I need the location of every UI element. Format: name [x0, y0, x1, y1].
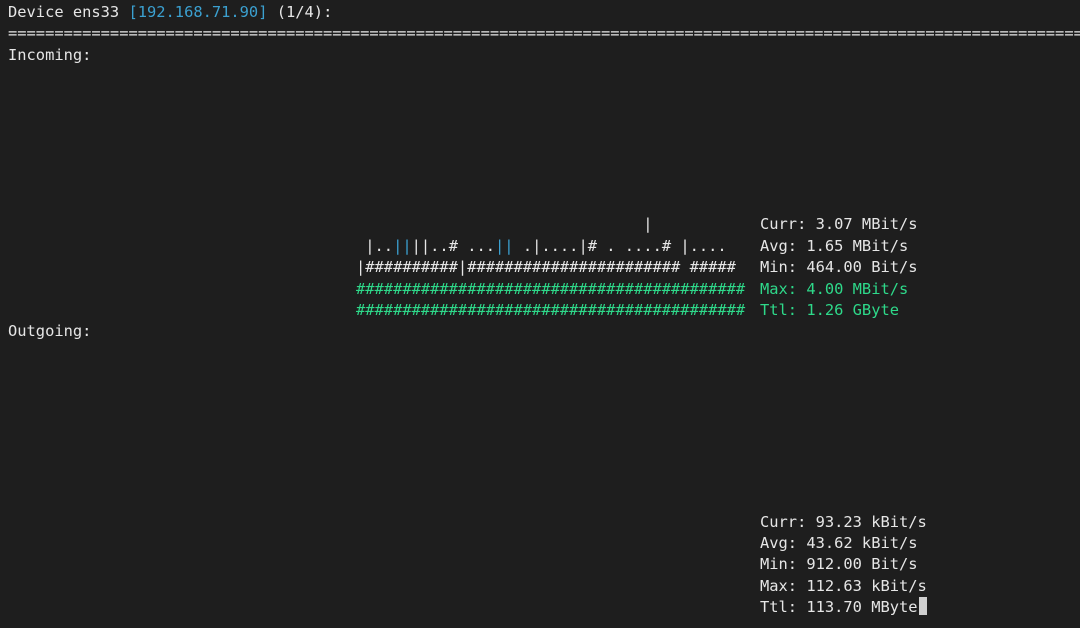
terminal-cursor	[918, 597, 927, 615]
graph-seg: |..	[356, 237, 394, 255]
graph-seg-blue: ||	[393, 237, 412, 255]
device-suffix: (1/4):	[267, 3, 333, 21]
outgoing-avg: Avg: 43.62 kBit/s	[760, 534, 918, 552]
device-header: Device ens33 [192.168.71.90] (1/4):	[8, 2, 332, 24]
incoming-min: Min: 464.00 Bit/s	[760, 258, 918, 276]
terminal-window[interactable]: Device ens33 [192.168.71.90] (1/4): ====…	[0, 0, 1080, 628]
incoming-label: Incoming:	[8, 46, 92, 64]
device-ip: [192.168.71.90]	[128, 3, 268, 21]
incoming-graph-row-2: |..||||..# ...|| .|....|# . ....# |....	[356, 236, 727, 258]
outgoing-min: Min: 912.00 Bit/s	[760, 555, 918, 573]
device-prefix: Device ens33	[8, 3, 129, 21]
outgoing-ttl-row: Ttl: 113.70 MByte	[760, 597, 927, 619]
incoming-avg: Avg: 1.65 MBit/s	[760, 237, 909, 255]
incoming-graph-row-4: ########################################…	[356, 280, 746, 298]
outgoing-label: Outgoing:	[8, 322, 92, 340]
incoming-graph-row-1: |	[356, 215, 653, 233]
outgoing-ttl: Ttl: 113.70 MByte	[760, 598, 918, 616]
incoming-curr: Curr: 3.07 MBit/s	[760, 215, 918, 233]
incoming-graph-row-3: |##########|####################### ####…	[356, 258, 736, 276]
incoming-max: Max: 4.00 MBit/s	[760, 280, 909, 298]
incoming-graph-row-5: ########################################…	[356, 301, 746, 319]
outgoing-curr: Curr: 93.23 kBit/s	[760, 513, 927, 531]
separator-line: ========================================…	[8, 26, 1080, 40]
outgoing-max: Max: 112.63 kBit/s	[760, 577, 927, 595]
graph-seg-blue: ||	[495, 237, 514, 255]
incoming-ttl: Ttl: 1.26 GByte	[760, 301, 899, 319]
graph-seg: .|....|# . ....# |....	[513, 237, 727, 255]
graph-seg: ||..# ...	[411, 237, 496, 255]
